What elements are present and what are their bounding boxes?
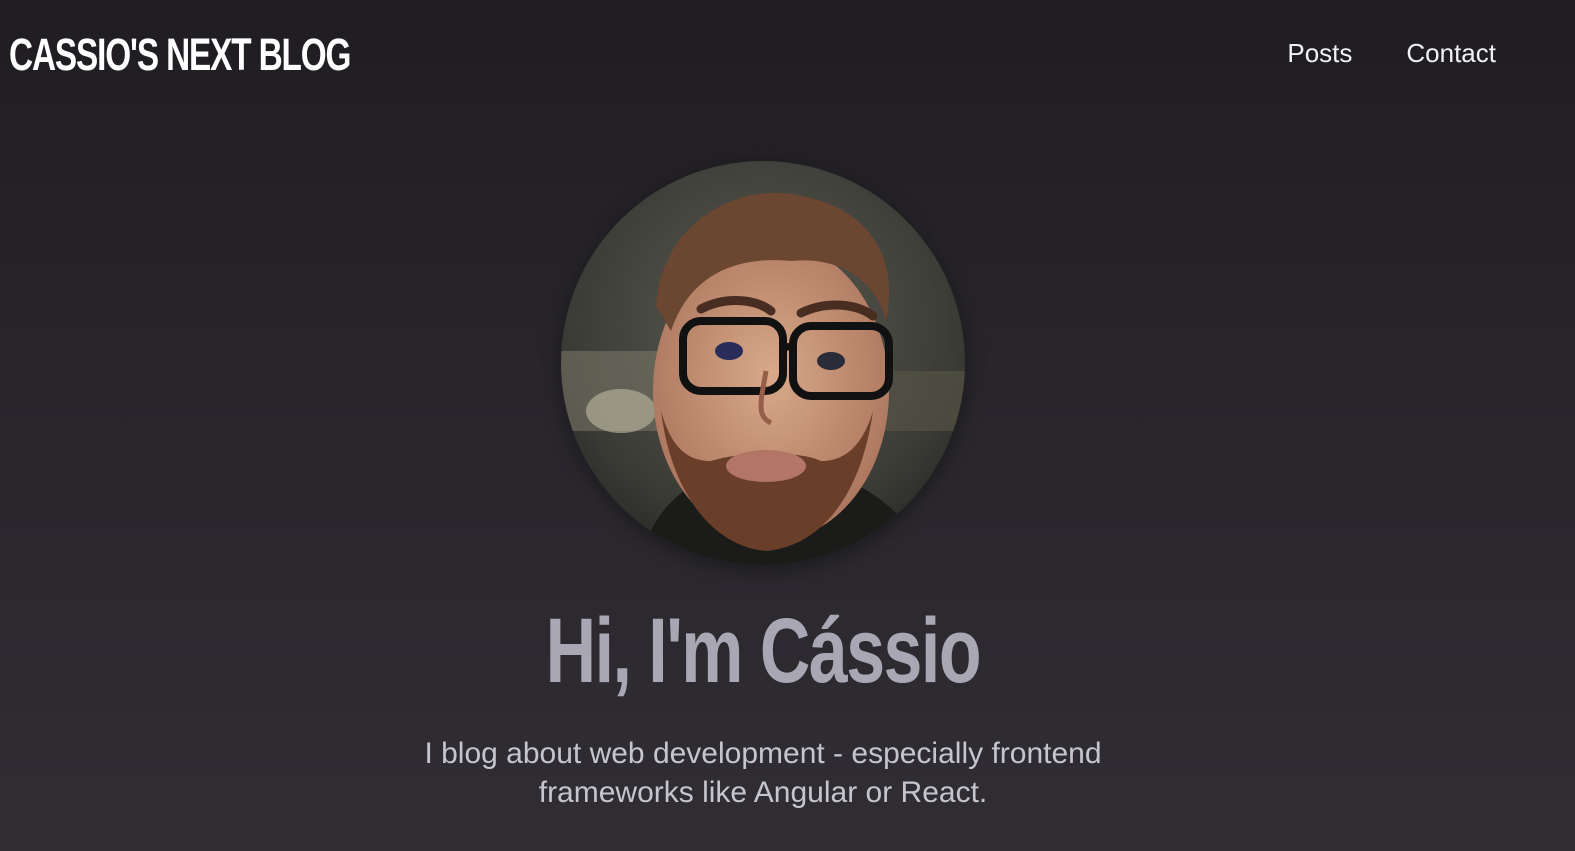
site-header: CASSIO'S NEXT BLOG Posts Contact: [0, 0, 1575, 108]
profile-avatar: [561, 161, 965, 565]
profile-photo-illustration: [561, 161, 965, 565]
nav-posts-link[interactable]: Posts: [1287, 36, 1352, 70]
hero-title: Hi, I'm Cássio: [0, 596, 1526, 706]
hero-title-text: Hi, I'm Cássio: [545, 600, 982, 702]
nav-contact-link[interactable]: Contact: [1406, 36, 1496, 70]
site-logo[interactable]: CASSIO'S NEXT BLOG: [9, 29, 351, 81]
hero-description: I blog about web development - especiall…: [424, 737, 1102, 809]
main-nav: Posts Contact: [1287, 36, 1496, 70]
